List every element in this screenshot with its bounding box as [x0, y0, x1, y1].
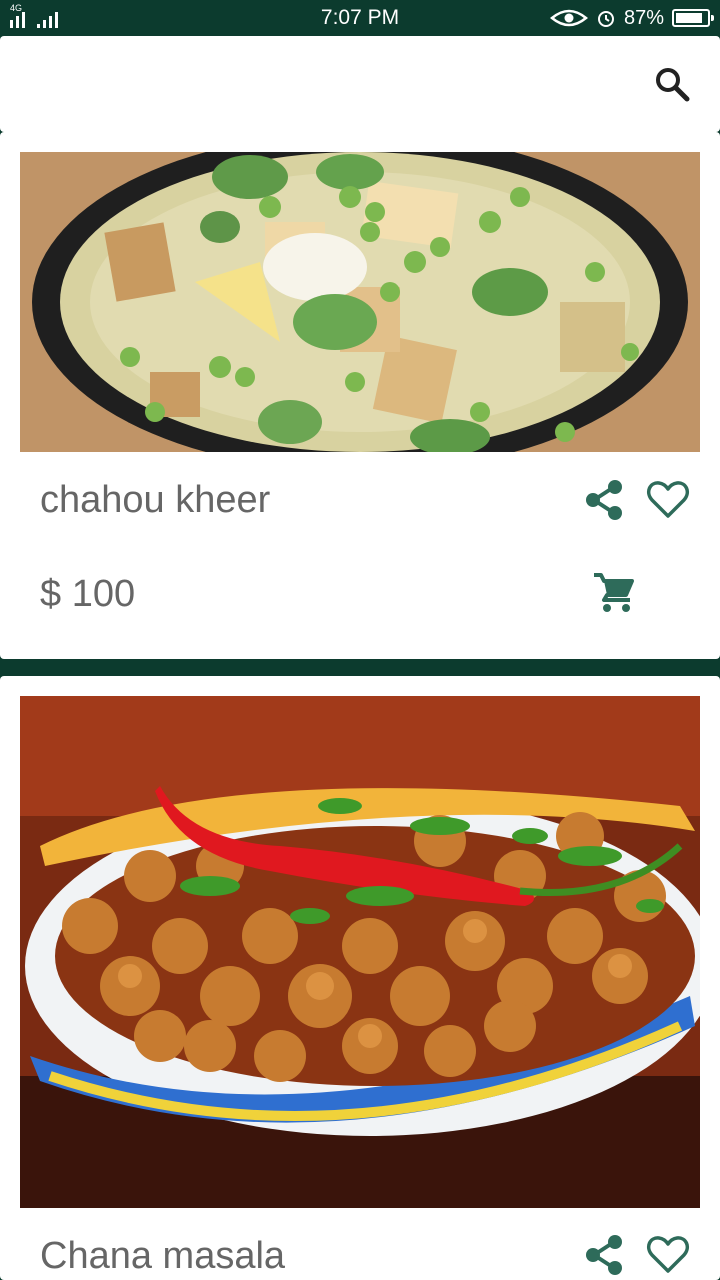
- product-card[interactable]: chahou kheer $ 100: [0, 132, 720, 659]
- search-icon: [656, 68, 690, 102]
- heart-outline-icon: [647, 481, 689, 518]
- share-icon: [586, 1235, 622, 1275]
- eye-icon: [550, 9, 588, 27]
- product-price: $ 100: [40, 573, 136, 615]
- add-to-cart-button[interactable]: [590, 569, 638, 617]
- chana-masala-photo: [20, 696, 700, 1208]
- share-button[interactable]: [580, 476, 628, 524]
- search-button[interactable]: [648, 60, 696, 108]
- favorite-button[interactable]: [644, 1231, 692, 1279]
- heart-outline-icon: [647, 1236, 689, 1273]
- paneer-peas-curry-photo: [20, 152, 700, 452]
- search-input[interactable]: [20, 56, 620, 112]
- product-image[interactable]: [20, 152, 700, 452]
- battery-percent: 87%: [623, 6, 664, 29]
- product-name: Chana masala: [40, 1235, 286, 1277]
- favorite-button[interactable]: [644, 476, 692, 524]
- share-icon: [586, 480, 622, 520]
- product-card[interactable]: Chana masala: [0, 676, 720, 1280]
- share-button[interactable]: [580, 1231, 628, 1279]
- status-icons: 87%: [550, 5, 714, 31]
- product-list[interactable]: chahou kheer $ 100 Chana masala: [0, 132, 720, 1280]
- search-bar: [0, 36, 720, 132]
- product-image[interactable]: [20, 696, 700, 1208]
- status-bar: 4G 7:07 PM 87%: [0, 0, 720, 36]
- battery-icon: [672, 9, 714, 27]
- product-name: chahou kheer: [40, 479, 271, 521]
- cart-icon: [594, 573, 634, 612]
- alarm-icon: [597, 11, 614, 27]
